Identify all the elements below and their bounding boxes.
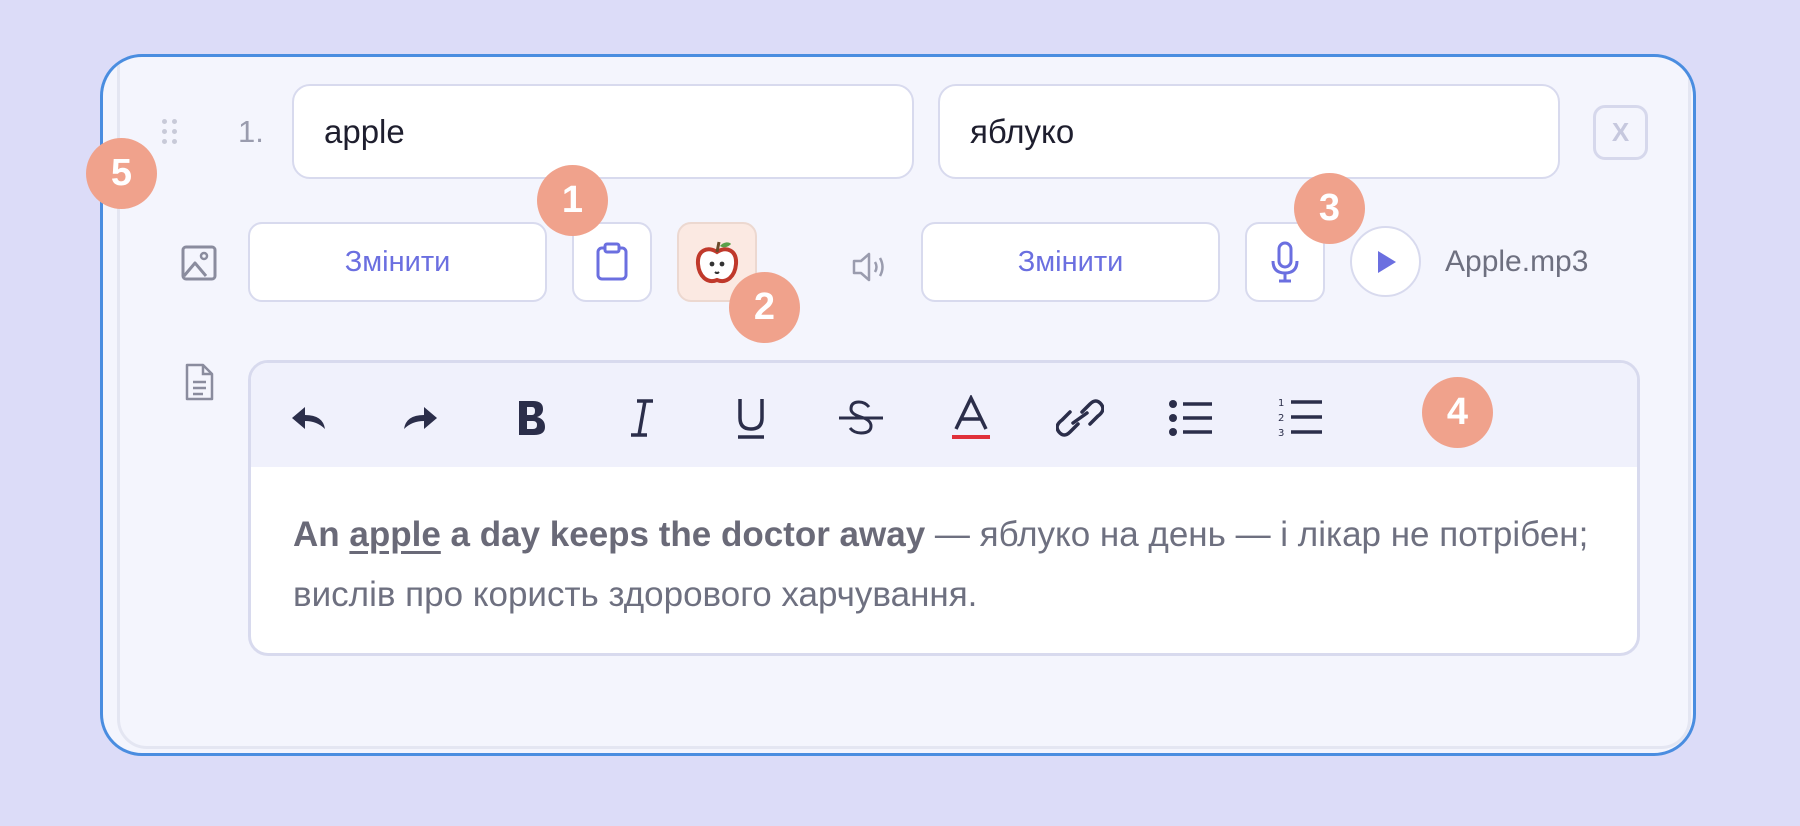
underlined-word: apple — [349, 515, 441, 554]
svg-text:1: 1 — [1278, 398, 1284, 409]
text-color-icon[interactable] — [946, 393, 996, 443]
apple-icon — [695, 241, 739, 283]
microphone-icon — [1271, 241, 1299, 283]
italic-icon[interactable] — [617, 393, 667, 443]
drag-handle-icon[interactable] — [162, 119, 178, 145]
undo-icon[interactable] — [284, 393, 334, 443]
numbered-list-icon[interactable]: 1 2 3 — [1275, 393, 1325, 443]
change-audio-button[interactable]: Змінити — [921, 222, 1220, 302]
change-image-button[interactable]: Змінити — [248, 222, 547, 302]
strikethrough-icon[interactable] — [836, 393, 886, 443]
underline-icon[interactable] — [726, 393, 776, 443]
redo-icon[interactable] — [395, 393, 445, 443]
play-icon — [1377, 250, 1396, 273]
svg-text:3: 3 — [1278, 428, 1284, 439]
remove-entry-button[interactable]: X — [1593, 105, 1648, 160]
link-icon[interactable] — [1055, 393, 1105, 443]
callout-badge-3: 3 — [1294, 173, 1365, 244]
bullet-list-icon[interactable] — [1166, 393, 1216, 443]
clipboard-icon — [596, 242, 628, 281]
bold-text: An apple a day keeps the doctor away — [293, 515, 926, 554]
callout-badge-2: 2 — [729, 272, 800, 343]
bold-icon[interactable] — [506, 393, 556, 443]
document-icon — [185, 363, 214, 401]
callout-badge-1: 1 — [537, 165, 608, 236]
speaker-icon — [852, 252, 884, 282]
term-input[interactable] — [292, 84, 914, 179]
play-audio-button[interactable] — [1350, 226, 1421, 297]
image-icon — [181, 245, 217, 281]
audio-file-name: Apple.mp3 — [1445, 245, 1589, 278]
callout-badge-5: 5 — [86, 138, 157, 209]
editor-content[interactable]: An apple a day keeps the doctor away — я… — [293, 505, 1613, 625]
svg-text:2: 2 — [1278, 413, 1284, 424]
callout-badge-4: 4 — [1422, 377, 1493, 448]
translation-input[interactable] — [938, 84, 1560, 179]
entry-number: 1. — [238, 114, 264, 149]
